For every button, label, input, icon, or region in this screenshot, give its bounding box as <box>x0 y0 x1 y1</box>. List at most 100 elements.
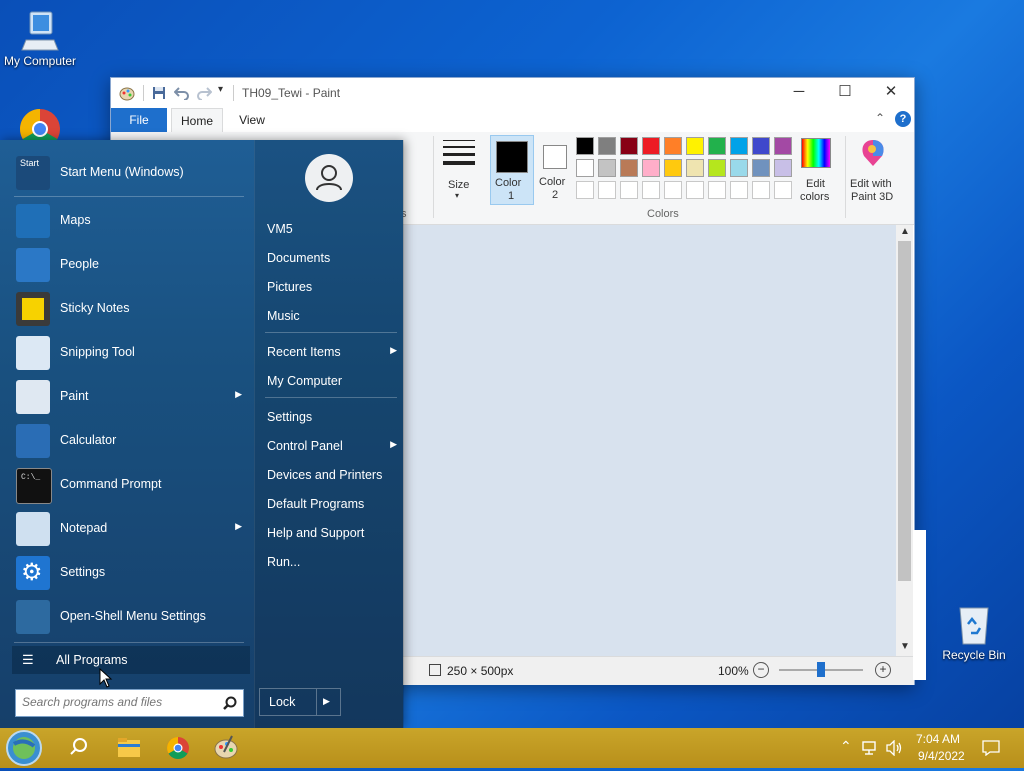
palette-swatch[interactable] <box>686 137 704 155</box>
desktop-icon-chrome[interactable] <box>18 107 62 140</box>
start-item-notepad[interactable]: Notepad ▶ <box>12 508 248 550</box>
palette-swatch[interactable] <box>730 137 748 155</box>
tab-view[interactable]: View <box>229 108 275 132</box>
window-title: TH09_Tewi - Paint <box>242 86 341 100</box>
places-item-devices-and-printers[interactable]: Devices and Printers <box>267 468 397 482</box>
custom-color-slot[interactable] <box>730 181 748 199</box>
color2-button[interactable]: Color 2 <box>535 135 577 203</box>
custom-color-slot[interactable] <box>642 181 660 199</box>
lock-button[interactable]: Lock ▶ <box>259 688 341 716</box>
start-item-maps[interactable]: Maps <box>12 200 248 242</box>
paint-taskbar-button[interactable] <box>202 728 250 768</box>
start-item-people[interactable]: People <box>12 244 248 286</box>
start-item-paint[interactable]: Paint ▶ <box>12 376 248 418</box>
lock-options-arrow-icon[interactable]: ▶ <box>323 696 330 707</box>
palette-swatch[interactable] <box>752 159 770 177</box>
palette-swatch[interactable] <box>576 159 594 177</box>
palette-swatch[interactable] <box>598 159 616 177</box>
custom-color-slot[interactable] <box>774 181 792 199</box>
places-item-pictures[interactable]: Pictures <box>267 280 397 294</box>
zoom-slider-thumb[interactable] <box>817 662 825 677</box>
edit-colors-button[interactable]: Edit colors <box>797 136 837 203</box>
search-icon[interactable] <box>223 696 237 710</box>
tab-home[interactable]: Home <box>171 108 223 133</box>
collapse-ribbon-icon[interactable]: ⌃ <box>875 111 885 125</box>
search-input[interactable] <box>18 692 218 712</box>
palette-swatch[interactable] <box>686 159 704 177</box>
places-item-run[interactable]: Run... <box>267 555 397 569</box>
start-item-open-shell-menu-settings[interactable]: Open-Shell Menu Settings <box>12 596 248 638</box>
size-button[interactable]: Size ▾ <box>441 136 477 200</box>
start-button[interactable] <box>4 728 52 768</box>
network-icon[interactable] <box>862 741 880 755</box>
zoom-out-button[interactable]: − <box>753 662 769 678</box>
places-item-music[interactable]: Music <box>267 309 397 323</box>
palette-swatch[interactable] <box>752 137 770 155</box>
start-item-settings[interactable]: ⚙ Settings <box>12 552 248 594</box>
palette-swatch[interactable] <box>642 137 660 155</box>
palette-swatch[interactable] <box>708 137 726 155</box>
palette-swatch[interactable] <box>620 159 638 177</box>
places-item-default-programs[interactable]: Default Programs <box>267 497 397 511</box>
palette-swatch[interactable] <box>642 159 660 177</box>
clock-time[interactable]: 7:04 AM <box>916 732 960 746</box>
desktop-icon-my-computer[interactable]: My Computer <box>0 8 80 68</box>
custom-color-slot[interactable] <box>686 181 704 199</box>
places-item-vm5[interactable]: VM5 <box>267 222 397 236</box>
all-programs-button[interactable]: ☰ All Programs <box>12 646 250 674</box>
places-item-help-and-support[interactable]: Help and Support <box>267 526 397 540</box>
places-item-settings[interactable]: Settings <box>267 410 397 424</box>
custom-color-slot[interactable] <box>598 181 616 199</box>
user-avatar[interactable] <box>305 154 353 202</box>
custom-color-slot[interactable] <box>708 181 726 199</box>
custom-color-slot[interactable] <box>752 181 770 199</box>
file-explorer-taskbar-button[interactable] <box>104 728 152 768</box>
search-box[interactable] <box>15 689 244 717</box>
palette-swatch[interactable] <box>620 137 638 155</box>
volume-icon[interactable] <box>885 740 903 756</box>
color1-button[interactable]: Color 1 <box>490 135 534 205</box>
notifications-icon[interactable] <box>982 740 1000 756</box>
search-taskbar-button[interactable] <box>54 728 102 768</box>
start-item-snipping-tool[interactable]: Snipping Tool <box>12 332 248 374</box>
zoom-in-button[interactable]: + <box>875 662 891 678</box>
places-item-documents[interactable]: Documents <box>267 251 397 265</box>
scroll-up-icon[interactable]: ▲ <box>900 226 910 237</box>
undo-icon[interactable] <box>174 86 190 100</box>
custom-color-slot[interactable] <box>620 181 638 199</box>
palette-swatch[interactable] <box>774 159 792 177</box>
start-item-calculator[interactable]: Calculator <box>12 420 248 462</box>
chrome-taskbar-button[interactable] <box>154 728 202 768</box>
palette-swatch[interactable] <box>664 159 682 177</box>
close-button[interactable]: ✕ <box>868 78 914 108</box>
palette-swatch[interactable] <box>708 159 726 177</box>
customize-quick-access-icon[interactable]: ▾ <box>218 84 223 95</box>
custom-color-slot[interactable] <box>576 181 594 199</box>
save-icon[interactable] <box>152 86 166 100</box>
desktop-icon-recycle-bin[interactable]: Recycle Bin <box>934 602 1014 662</box>
places-item-my-computer[interactable]: My Computer <box>267 374 397 388</box>
scroll-down-icon[interactable]: ▼ <box>900 641 910 652</box>
help-icon[interactable]: ? <box>895 111 911 127</box>
places-item-recent-items[interactable]: Recent Items ▶ <box>267 345 397 359</box>
edit-with-paint3d-button[interactable]: Edit with Paint 3D <box>848 136 898 203</box>
clock-date[interactable]: 9/4/2022 <box>918 749 965 763</box>
palette-swatch[interactable] <box>598 137 616 155</box>
start-item-command-prompt[interactable]: C:\_ Command Prompt <box>12 464 248 506</box>
scrollbar-thumb[interactable] <box>898 241 911 581</box>
vertical-scrollbar[interactable]: ▲ ▼ <box>896 225 913 656</box>
folder-icon <box>118 738 140 757</box>
minimize-button[interactable]: ─ <box>776 78 822 108</box>
places-item-control-panel[interactable]: Control Panel ▶ <box>267 439 397 453</box>
redo-icon[interactable] <box>196 86 212 100</box>
palette-swatch[interactable] <box>576 137 594 155</box>
maximize-button[interactable]: ☐ <box>822 78 868 108</box>
tab-file[interactable]: File <box>111 108 167 132</box>
palette-swatch[interactable] <box>664 137 682 155</box>
palette-swatch[interactable] <box>774 137 792 155</box>
palette-swatch[interactable] <box>730 159 748 177</box>
start-item-sticky-notes[interactable]: Sticky Notes <box>12 288 248 330</box>
show-hidden-icons-chevron-icon[interactable]: ⌃ <box>840 738 852 755</box>
custom-color-slot[interactable] <box>664 181 682 199</box>
start-item-start-menu-windows[interactable]: Start Start Menu (Windows) <box>12 152 248 194</box>
